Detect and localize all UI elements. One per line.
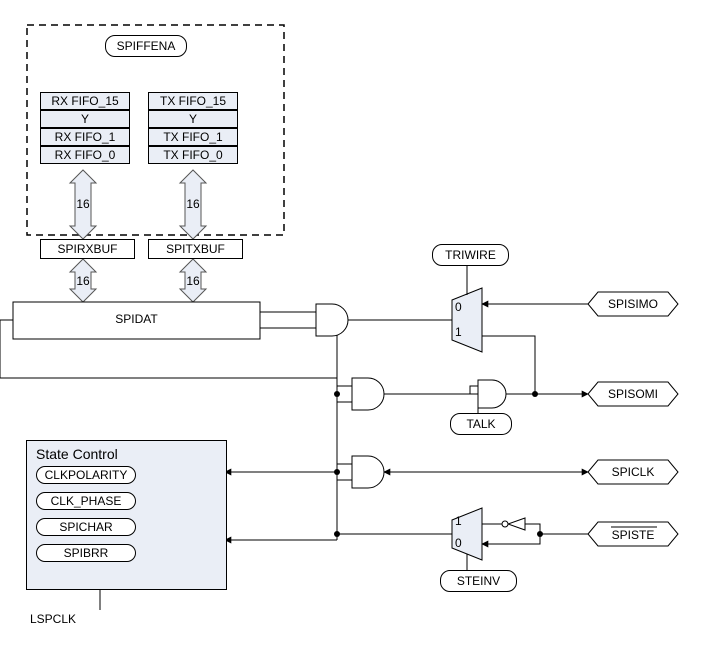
state-control-title: State Control (36, 446, 118, 462)
pill-clkphase: CLK_PHASE (36, 492, 136, 510)
port-spisimo: SPISIMO (598, 297, 668, 311)
spirxbuf: SPIRXBUF (40, 239, 135, 259)
pill-spichar: SPICHAR (36, 518, 136, 536)
mux1-label-1: 1 (455, 325, 462, 339)
label-spiffena: SPIFFENA (105, 35, 187, 57)
rx-fifo-1: RX FIFO_1 (40, 128, 130, 146)
port-spiclk: SPICLK (598, 465, 668, 479)
label-lspclk: LSPCLK (30, 612, 76, 626)
rx-fifo-15: RX FIFO_15 (40, 92, 130, 110)
tx-fifo-y: Y (148, 110, 238, 128)
width-16-d: 16 (185, 274, 201, 288)
pill-spibrr: SPIBRR (36, 544, 136, 562)
state-control (26, 440, 227, 590)
tx-fifo-1: TX FIFO_1 (148, 128, 238, 146)
label-triwire: TRIWIRE (432, 244, 509, 266)
spitxbuf: SPITXBUF (148, 239, 243, 259)
pill-clkpolarity: CLKPOLARITY (36, 466, 136, 484)
width-16-c: 16 (75, 274, 91, 288)
port-spisomi: SPISOMI (598, 387, 668, 401)
rx-fifo-y: Y (40, 110, 130, 128)
tx-fifo-15: TX FIFO_15 (148, 92, 238, 110)
label-steinv: STEINV (440, 570, 517, 592)
rx-fifo-0: RX FIFO_0 (40, 146, 130, 164)
width-16-b: 16 (185, 197, 201, 211)
port-spiste: SPISTE (598, 528, 668, 542)
spidat: SPIDAT (13, 312, 260, 326)
label-talk: TALK (450, 413, 512, 435)
mux2-label-0: 0 (455, 536, 462, 550)
mux1-label-0: 0 (455, 300, 462, 314)
width-16-a: 16 (75, 197, 91, 211)
mux2-label-1: 1 (455, 514, 462, 528)
tx-fifo-0: TX FIFO_0 (148, 146, 238, 164)
